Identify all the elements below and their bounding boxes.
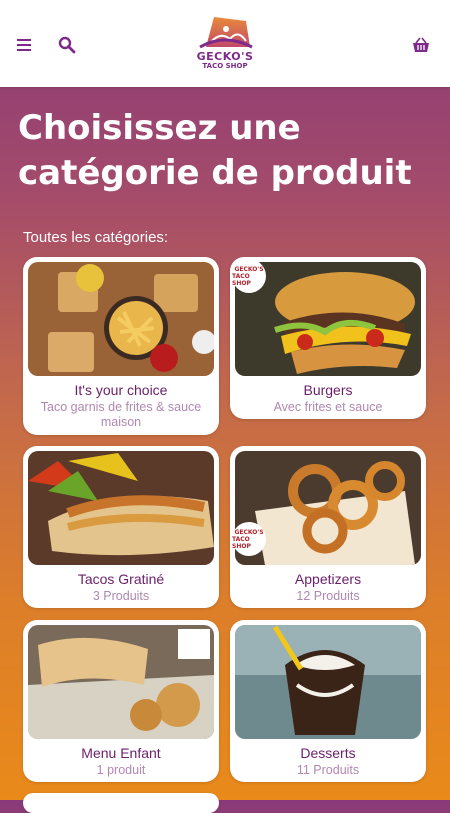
gecko-taco-shop-logo[interactable]: GECKO'S TACO SHOP [193, 13, 257, 77]
search-button[interactable] [52, 30, 82, 60]
category-card-appetizers[interactable]: GECKO'S TACO SHOP Appetizers 12 Produits [230, 446, 426, 608]
category-title: Tacos Gratiné [77, 571, 165, 587]
category-title: It's your choice [74, 382, 168, 398]
brand-badge: GECKO'S TACO SHOP [232, 259, 266, 293]
logo-text-line1: GECKO'S [196, 50, 254, 63]
category-card-its-your-choice[interactable]: It's your choice Taco garnis de frites &… [23, 257, 219, 435]
category-card-tacos-gratine[interactable]: Tacos Gratiné 3 Produits [23, 446, 219, 608]
category-card-burgers[interactable]: GECKO'S TACO SHOP Burgers Avec frites et… [230, 257, 426, 419]
search-icon [58, 36, 76, 54]
section-label: Toutes les catégories: [23, 229, 169, 246]
basket-icon [413, 37, 429, 52]
logo-text-line2: TACO SHOP [202, 62, 248, 70]
category-subtitle: Taco garnis de frites & sauce maison [40, 400, 202, 429]
category-image [28, 625, 214, 739]
category-subtitle: 12 Produits [296, 589, 360, 603]
badge-line1: GECKO'S [234, 528, 264, 536]
category-image [28, 451, 214, 565]
badge-line2: TACO SHOP [232, 272, 251, 287]
category-title: Desserts [300, 745, 356, 761]
category-card-partial[interactable] [23, 793, 219, 813]
top-app-bar: GECKO'S TACO SHOP [0, 0, 450, 87]
menu-button[interactable] [10, 30, 40, 60]
category-subtitle: 3 Produits [92, 589, 150, 603]
category-title: Appetizers [294, 571, 362, 587]
hamburger-menu-icon [17, 39, 31, 51]
taco-logo-icon [199, 17, 253, 49]
category-subtitle: 11 Produits [296, 763, 360, 777]
category-subtitle: 1 produit [96, 763, 146, 777]
cart-button[interactable] [406, 30, 436, 60]
brand-badge: GECKO'S TACO SHOP [232, 522, 266, 556]
category-image [28, 262, 214, 376]
page-title: Choisissez une catégorie de produit [18, 108, 412, 193]
category-title: Menu Enfant [81, 745, 161, 761]
badge-line2: TACO SHOP [232, 535, 251, 550]
category-card-desserts[interactable]: Desserts 11 Produits [230, 620, 426, 782]
badge-line1: GECKO'S [234, 265, 264, 273]
category-image [235, 625, 421, 739]
category-subtitle: Avec frites et sauce [273, 400, 383, 414]
category-title: Burgers [303, 382, 353, 398]
category-card-menu-enfant[interactable]: Menu Enfant 1 produit [23, 620, 219, 782]
